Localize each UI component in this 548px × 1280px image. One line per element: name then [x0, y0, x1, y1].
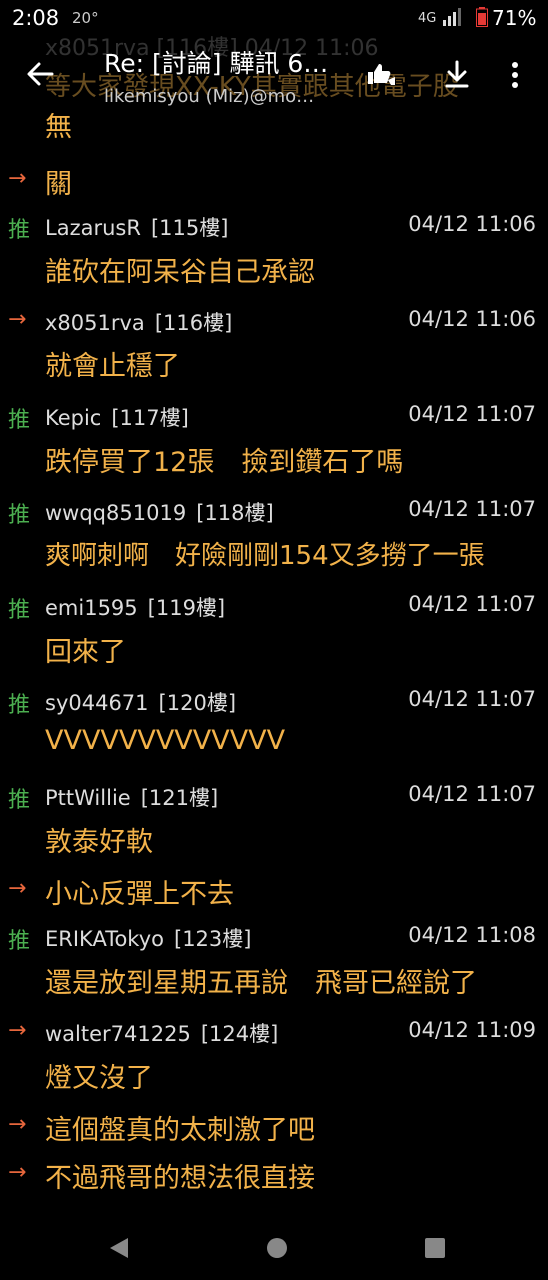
top-toolbar: x8051rva [116樓] 04/12 11:06 等大家發現XX-KY其實… — [0, 36, 548, 116]
back-arrow-icon[interactable] — [24, 58, 56, 90]
comment-header: → x8051rva [116樓] 04/12 11:06 — [0, 307, 548, 347]
push-tag: 推 — [8, 503, 31, 528]
download-icon[interactable] — [440, 58, 474, 92]
comment-user[interactable]: walter741225 [124樓] — [45, 1018, 278, 1048]
comment-text: 跌停買了12張 撿到鑽石了嗎 — [45, 447, 404, 478]
comment-text: 不過飛哥的想法很直接 — [45, 1163, 315, 1194]
comment-user[interactable]: sy044671 [120樓] — [45, 687, 236, 717]
comment-time: 04/12 11:07 — [408, 402, 536, 426]
comment-time: 04/12 11:06 — [408, 307, 536, 331]
push-tag: 推 — [8, 693, 31, 718]
clock: 2:08 — [12, 6, 60, 30]
nav-back-icon[interactable] — [106, 1235, 132, 1261]
push-tag: 推 — [8, 598, 31, 623]
comment-text: 還是放到星期五再說 飛哥已經說了 — [45, 968, 477, 999]
push-tag: 推 — [8, 218, 31, 243]
comment-time: 04/12 11:07 — [408, 592, 536, 616]
arrow-tag: → — [8, 1160, 27, 1185]
page-subtitle: likemisyou (Miz)@mo… — [104, 86, 315, 107]
arrow-tag: → — [8, 876, 27, 901]
comment-header: 推 ERIKATokyo [123樓] 04/12 11:08 — [0, 923, 548, 963]
comment-feed[interactable]: 無 → 關 推 LazarusR [115樓] 04/12 11:06 誰砍在阿呆… — [0, 0, 548, 1215]
comment-text: 小心反彈上不去 — [45, 879, 234, 910]
network-type: 4G — [418, 11, 437, 26]
comment-header: 推 wwqq851019 [118樓] 04/12 11:07 — [0, 497, 548, 537]
comment-header: → walter741225 [124樓] 04/12 11:09 — [0, 1018, 548, 1058]
comment-header: 推 emi1595 [119樓] 04/12 11:07 — [0, 592, 548, 632]
comment-header: 推 sy044671 [120樓] 04/12 11:07 — [0, 687, 548, 727]
comment-time: 04/12 11:07 — [408, 687, 536, 711]
push-tag: 推 — [8, 929, 31, 954]
arrow-tag: → — [8, 1112, 27, 1137]
push-tag: 推 — [8, 788, 31, 813]
comment-header: 推 Kepic [117樓] 04/12 11:07 — [0, 402, 548, 442]
comment-text: 就會止穩了 — [45, 351, 180, 382]
more-vert-icon[interactable] — [505, 58, 539, 92]
comment-text: 爽啊刺啊 好險剛剛154又多撈了一張 — [45, 541, 485, 571]
like-dislike-icon[interactable] — [364, 58, 398, 92]
comment-user[interactable]: ERIKATokyo [123樓] — [45, 923, 251, 953]
comment-user[interactable]: LazarusR [115樓] — [45, 212, 228, 242]
comment-user[interactable]: x8051rva [116樓] — [45, 307, 232, 337]
comment-text: 回來了 — [45, 637, 126, 668]
comment-text: 這個盤真的太刺激了吧 — [45, 1115, 315, 1146]
comment-time: 04/12 11:07 — [408, 782, 536, 806]
system-nav-bar — [0, 1215, 548, 1280]
comment-text: 誰砍在阿呆谷自己承認 — [45, 257, 315, 288]
comment-text: 燈又沒了 — [45, 1063, 153, 1094]
arrow-tag: → — [8, 1018, 27, 1043]
nav-home-icon[interactable] — [264, 1235, 290, 1261]
comment-user[interactable]: Kepic [117樓] — [45, 402, 189, 432]
page-title: Re: [討論] 驊訊 6… — [104, 49, 329, 78]
comment-time: 04/12 11:08 — [408, 923, 536, 947]
nav-recents-icon[interactable] — [422, 1235, 448, 1261]
comment-time: 04/12 11:07 — [408, 497, 536, 521]
comment-user[interactable]: PttWillie [121樓] — [45, 782, 218, 812]
comment-text: 關 — [45, 169, 72, 200]
comment-text: VVVVVVVVVVVVV — [45, 725, 286, 756]
comment-time: 04/12 11:09 — [408, 1018, 536, 1042]
comment-time: 04/12 11:06 — [408, 212, 536, 236]
arrow-tag: → — [8, 166, 27, 191]
battery-percent: 71% — [492, 6, 537, 30]
arrow-tag: → — [8, 307, 27, 332]
comment-header: 推 PttWillie [121樓] 04/12 11:07 — [0, 782, 548, 822]
signal-icon — [443, 8, 461, 26]
comment-user[interactable]: wwqq851019 [118樓] — [45, 497, 274, 527]
comment-text: 敦泰好軟 — [45, 827, 153, 858]
temperature: 20° — [72, 9, 99, 27]
comment-header: 推 LazarusR [115樓] 04/12 11:06 — [0, 212, 548, 252]
battery-icon — [476, 7, 488, 27]
comment-user[interactable]: emi1595 [119樓] — [45, 592, 225, 622]
push-tag: 推 — [8, 408, 31, 433]
